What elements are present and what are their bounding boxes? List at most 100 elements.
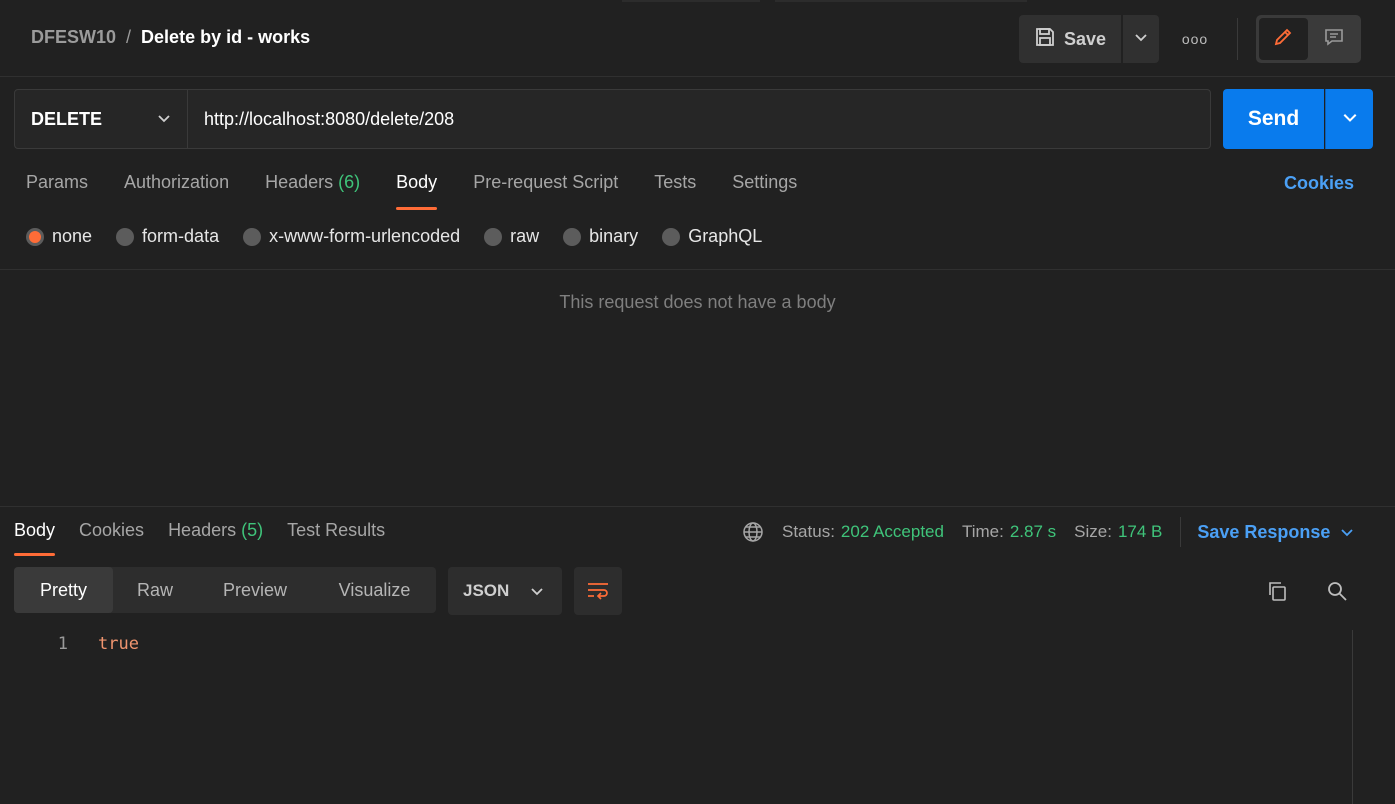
tab-headers[interactable]: Headers (6) [265, 172, 360, 210]
pencil-icon [1272, 26, 1294, 53]
search-icon [1326, 580, 1348, 602]
code-line: 1 true [14, 630, 1354, 658]
response-tab-test-results[interactable]: Test Results [287, 520, 385, 556]
save-response-button[interactable]: Save Response [1197, 522, 1354, 543]
wrap-lines-button[interactable] [574, 567, 622, 615]
chevron-down-icon [530, 584, 544, 598]
method-label: DELETE [31, 108, 103, 129]
format-select[interactable]: JSON [448, 567, 562, 615]
tab-prerequest-script[interactable]: Pre-request Script [473, 172, 618, 210]
size-label: Size: [1074, 522, 1112, 541]
header-divider [1237, 18, 1238, 60]
tab-tests[interactable]: Tests [654, 172, 696, 210]
tab-body[interactable]: Body [396, 172, 438, 210]
save-icon [1034, 26, 1056, 53]
view-preview-button[interactable]: Preview [197, 567, 313, 613]
response-time[interactable]: Time: 2.87 s [962, 522, 1056, 542]
save-response-label: Save Response [1197, 521, 1331, 542]
save-label: Save [1063, 28, 1107, 49]
more-icon: ooo [1181, 31, 1209, 47]
radio-icon [116, 227, 135, 246]
cookies-link[interactable]: Cookies [1284, 173, 1354, 194]
body-type-label: none [52, 226, 93, 246]
body-type-urlencoded[interactable]: x-www-form-urlencoded [243, 226, 460, 247]
search-button[interactable] [1324, 578, 1350, 604]
globe-icon[interactable] [742, 521, 764, 543]
chevron-down-icon [157, 109, 171, 130]
send-group: Send [1223, 89, 1373, 149]
copy-button[interactable] [1264, 578, 1290, 604]
meta-divider [1180, 517, 1182, 547]
response-meta: Status: 202 Accepted Time: 2.87 s Size: … [742, 517, 1354, 547]
view-raw-button[interactable]: Raw [113, 567, 197, 613]
url-bar: DELETE [14, 89, 1211, 149]
tab-authorization[interactable]: Authorization [124, 172, 229, 210]
view-mode-group: Pretty Raw Preview Visualize [14, 567, 436, 613]
radio-icon [243, 227, 262, 246]
response-tab-cookies[interactable]: Cookies [79, 520, 144, 556]
url-input[interactable] [188, 90, 1210, 148]
request-name[interactable]: Delete by id - works [141, 27, 310, 48]
time-label: Time: [961, 522, 1004, 541]
line-number: 1 [57, 634, 68, 654]
time-value: 2.87 s [1009, 522, 1057, 541]
pane-divider[interactable] [0, 506, 1395, 507]
body-type-label: form-data [142, 226, 220, 246]
sidebar-mode-toggle [1256, 15, 1361, 63]
tab-settings[interactable]: Settings [732, 172, 797, 210]
response-size[interactable]: Size: 174 B [1074, 522, 1162, 542]
response-status[interactable]: Status: 202 Accepted [782, 522, 944, 542]
response-tab-body[interactable]: Body [14, 520, 56, 556]
tab-headers-count: (6) [338, 172, 361, 192]
radio-icon [484, 227, 503, 246]
breadcrumb-separator: / [126, 27, 132, 47]
response-tab-headers[interactable]: Headers (5) [168, 520, 263, 556]
radio-icon [563, 227, 582, 246]
chevron-down-icon [1340, 525, 1354, 539]
comment-icon [1323, 26, 1345, 53]
body-divider [0, 269, 1395, 270]
status-value: 202 Accepted [840, 522, 944, 541]
body-type-none[interactable]: none [26, 226, 92, 247]
radio-icon [662, 227, 681, 246]
view-pretty-button[interactable]: Pretty [14, 567, 113, 613]
save-options-button[interactable] [1123, 15, 1159, 63]
body-type-form-data[interactable]: form-data [116, 226, 219, 247]
response-body-editor[interactable]: 1 true [14, 630, 1354, 804]
scrollbar[interactable] [1352, 630, 1372, 804]
copy-icon [1266, 580, 1288, 602]
body-type-label: GraphQL [688, 226, 763, 246]
body-type-options: none form-data x-www-form-urlencoded raw… [26, 226, 762, 247]
tab-params[interactable]: Params [26, 172, 88, 210]
response-tabs: Body Cookies Headers (5) Test Results [14, 520, 385, 556]
request-tabs: Params Authorization Headers (6) Body Pr… [26, 172, 797, 210]
tab-headers-label: Headers [265, 172, 334, 192]
response-headers-label: Headers [168, 520, 237, 540]
documentation-edit-button[interactable] [1259, 18, 1308, 60]
format-label: JSON [463, 581, 510, 600]
size-value: 174 B [1117, 522, 1163, 541]
chevron-down-icon [1134, 30, 1148, 49]
body-type-label: binary [589, 226, 639, 246]
view-visualize-button[interactable]: Visualize [313, 567, 436, 613]
code-text: true [98, 634, 139, 654]
radio-selected-icon [26, 227, 44, 246]
breadcrumb: DFESW10 / Delete by id - works [31, 27, 310, 48]
body-type-raw[interactable]: raw [484, 226, 539, 247]
wrap-icon [586, 581, 610, 601]
request-header: DFESW10 / Delete by id - works Save ooo [0, 0, 1395, 77]
send-options-button[interactable] [1325, 89, 1373, 149]
empty-body-message: This request does not have a body [559, 292, 836, 312]
save-button[interactable]: Save [1019, 15, 1121, 63]
response-headers-count: (5) [241, 520, 264, 540]
body-type-binary[interactable]: binary [563, 226, 638, 247]
send-button[interactable]: Send [1223, 89, 1324, 149]
comments-button[interactable] [1310, 18, 1359, 60]
body-type-label: x-www-form-urlencoded [269, 226, 461, 246]
more-actions-button[interactable]: ooo [1176, 27, 1214, 51]
method-select[interactable]: DELETE [15, 90, 188, 148]
breadcrumb-collection[interactable]: DFESW10 [31, 27, 116, 48]
body-type-graphql[interactable]: GraphQL [662, 226, 762, 247]
body-type-label: raw [510, 226, 540, 246]
chevron-down-icon [1342, 109, 1358, 130]
